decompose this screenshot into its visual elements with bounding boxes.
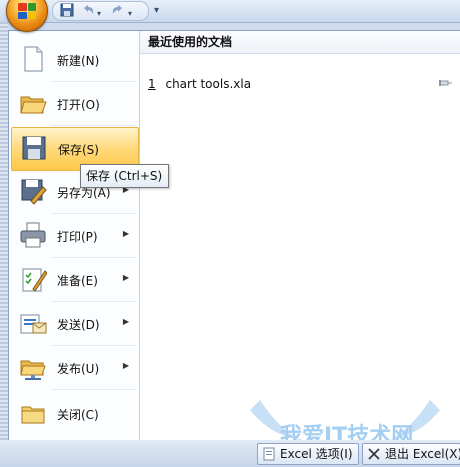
redo-icon[interactable] [110,2,126,18]
submenu-arrow-icon: ▶ [122,229,129,238]
options-document-icon [263,447,275,461]
divider [51,257,137,258]
redo-dropdown-icon[interactable]: ▾ [128,6,132,22]
submenu-arrow-icon: ▶ [122,317,129,326]
undo-dropdown-icon[interactable]: ▾ [97,6,101,22]
menu-item-print[interactable]: 打印(P) ▶ [11,215,137,258]
quick-access-toolbar: ▾ ▾ ▾ [0,0,460,23]
office-menu: 新建(N) 打开(O) 保存(S) 另存为(A) ▶ 打印(P) ▶ 准备(E)… [8,30,460,441]
send-icon [20,314,47,334]
recent-documents-heading: 最近使用的文档 [140,31,460,54]
menu-item-prepare[interactable]: 准备(E) ▶ [11,259,137,302]
recent-documents-panel: 最近使用的文档 1 chart tools.xla [140,31,460,440]
prepare-icon [22,268,47,292]
undo-icon[interactable] [80,2,96,18]
menu-item-send[interactable]: 发送(D) ▶ [11,303,137,346]
submenu-arrow-icon: ▶ [122,273,129,282]
menu-item-label: 发送(D) [57,318,100,332]
menu-item-close[interactable]: 关闭(C) [11,393,137,435]
divider [51,213,137,214]
new-document-icon [24,46,43,72]
customize-qat-icon[interactable]: ▾ [154,3,159,19]
menu-item-publish[interactable]: 发布(U) ▶ [11,347,137,390]
pin-icon[interactable] [439,78,453,88]
office-logo-icon [18,3,36,19]
printer-icon [20,222,46,248]
menu-item-label: 新建(N) [57,54,100,68]
exit-excel-button[interactable]: 退出 Excel(X) [362,443,460,465]
save-disk-icon [22,136,46,160]
close-x-icon [368,448,380,460]
recent-file-number: 1 [148,77,156,91]
save-tooltip: 保存 (Ctrl+S) [80,164,169,188]
menu-item-label: 保存(S) [58,143,99,157]
save-as-icon [21,179,47,205]
save-icon[interactable] [60,2,74,18]
menu-footer: Excel 选项(I) 退出 Excel(X) [0,440,460,467]
menu-item-label: 发布(U) [57,362,100,376]
office-button[interactable] [6,0,48,32]
window-edge [0,22,8,440]
menu-command-list: 新建(N) 打开(O) 保存(S) 另存为(A) ▶ 打印(P) ▶ 准备(E)… [9,31,140,440]
menu-item-label: 准备(E) [57,274,98,288]
divider [51,301,137,302]
menu-item-label: 关闭(C) [57,408,99,422]
divider [51,125,137,126]
excel-options-label: Excel 选项(I) [280,447,353,461]
recent-documents-list: 1 chart tools.xla [148,75,453,93]
menu-item-label: 打印(P) [57,230,98,244]
recent-file-item[interactable]: 1 chart tools.xla [148,75,453,93]
menu-item-open[interactable]: 打开(O) [11,83,137,126]
publish-icon [20,360,46,380]
menu-item-new[interactable]: 新建(N) [11,39,137,82]
excel-options-button[interactable]: Excel 选项(I) [257,443,359,465]
divider [51,81,137,82]
divider [51,389,137,390]
open-folder-icon [20,96,47,114]
submenu-arrow-icon: ▶ [122,361,129,370]
close-folder-icon [21,406,45,424]
divider [51,345,137,346]
recent-file-name: chart tools.xla [165,77,252,91]
exit-excel-label: 退出 Excel(X) [385,447,460,461]
menu-item-label: 打开(O) [57,98,100,112]
